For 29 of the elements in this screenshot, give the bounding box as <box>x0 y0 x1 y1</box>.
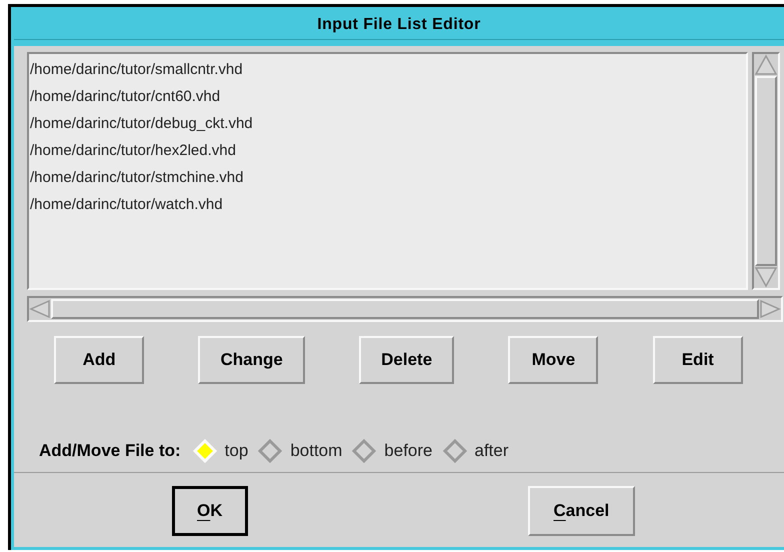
scroll-right-icon[interactable] <box>759 299 781 319</box>
radio-label[interactable]: bottom <box>290 438 342 464</box>
file-list[interactable]: /home/darinc/tutor/smallcntr.vhd /home/darinc/tutor/cnt60.vhd /home/darinc/tutor/debug_ckt.vhd /home/darinc/tutor/hex2led.vhd /home/darinc/tutor/stmchine.vhd /home/darinc/tutor/watch.vhd <box>27 52 748 290</box>
action-button[interactable]: Add <box>54 336 144 384</box>
radio-label[interactable]: before <box>384 438 432 464</box>
action-button[interactable]: Delete <box>359 336 454 384</box>
scrollbar-thumb[interactable] <box>755 76 777 266</box>
file-list-item[interactable]: /home/darinc/tutor/smallcntr.vhd <box>29 56 746 83</box>
action-button[interactable]: Edit <box>652 336 743 384</box>
radio-diamond[interactable] <box>258 439 282 463</box>
horizontal-scrollbar[interactable] <box>27 296 783 322</box>
radio-label[interactable]: after <box>474 438 509 464</box>
vertical-scrollbar[interactable] <box>752 52 780 290</box>
file-list-item[interactable]: /home/darinc/tutor/debug_ckt.vhd <box>29 110 746 137</box>
radio-diamond[interactable] <box>352 439 376 463</box>
scrollbar-thumb[interactable] <box>51 299 759 319</box>
file-list-item[interactable]: /home/darinc/tutor/watch.vhd <box>29 191 746 218</box>
position-label: Add/Move File to: <box>39 440 181 462</box>
file-list-item[interactable]: /home/darinc/tutor/cnt60.vhd <box>29 83 746 110</box>
file-list-item[interactable]: /home/darinc/tutor/stmchine.vhd <box>29 164 746 191</box>
scroll-left-icon[interactable] <box>29 299 51 319</box>
action-button[interactable]: Change <box>198 336 305 384</box>
dialog-button[interactable]: Cancel <box>528 486 636 536</box>
window-title: Input File List Editor <box>14 10 784 40</box>
radio-label[interactable]: top <box>224 438 248 464</box>
file-list-item[interactable]: /home/darinc/tutor/hex2led.vhd <box>29 137 746 164</box>
action-button[interactable]: Move <box>508 336 598 384</box>
radio-diamond[interactable] <box>442 439 466 463</box>
dialog-button[interactable]: OK <box>172 486 248 536</box>
